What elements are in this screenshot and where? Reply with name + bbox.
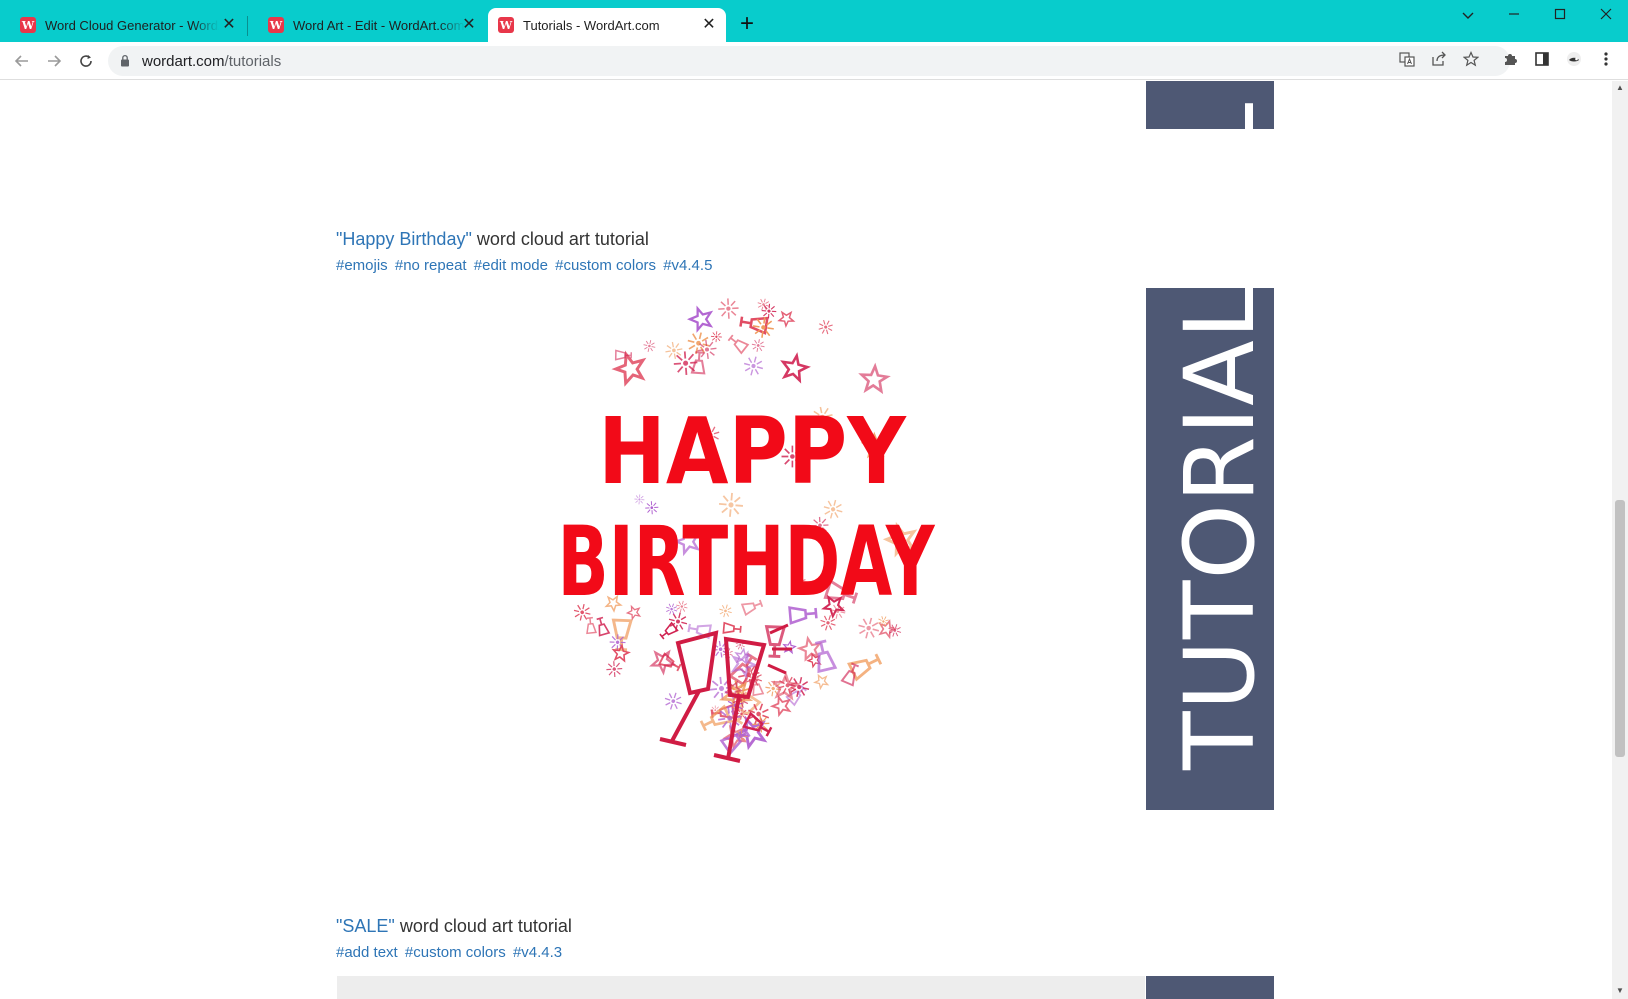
- balloon-decoration-icon: [775, 350, 811, 386]
- scroll-down-arrow-icon[interactable]: ▼: [1615, 986, 1625, 996]
- tag-link[interactable]: #custom colors: [555, 257, 656, 274]
- wordart-favicon-icon: W: [268, 17, 284, 33]
- tag-link[interactable]: #edit mode: [474, 257, 548, 274]
- balloon-decoration-icon: [641, 338, 658, 354]
- tutorial-entry-title: "SALE" word cloud art tutorial: [336, 916, 572, 937]
- reload-icon[interactable]: [74, 49, 98, 73]
- tutorial-banner-text: TUTORIAL: [1164, 288, 1274, 770]
- tab-tutorials[interactable]: W Tutorials - WordArt.com ✕: [488, 8, 726, 42]
- minimize-icon[interactable]: [1497, 4, 1531, 28]
- scroll-up-arrow-icon[interactable]: ▲: [1615, 83, 1625, 93]
- balloon-decoration-icon: [876, 617, 898, 639]
- balloon-decoration-icon: [782, 640, 797, 655]
- profile-avatar-icon[interactable]: [1564, 51, 1584, 71]
- sale-artwork-preview[interactable]: [337, 976, 1145, 999]
- tutorial-tags: #add text #custom colors #v4.4.3: [336, 944, 565, 961]
- balloon-decoration-icon: [740, 353, 767, 379]
- balloon-decoration-icon: [610, 351, 650, 390]
- forward-arrow-icon[interactable]: [42, 49, 66, 73]
- page-scrollbar[interactable]: ▲ ▼: [1612, 81, 1628, 999]
- tutorial-banner-next[interactable]: [1146, 976, 1274, 999]
- url-host: wordart.com: [142, 53, 225, 70]
- url-text[interactable]: wordart.com/tutorials: [142, 53, 281, 70]
- scrollbar-thumb[interactable]: [1615, 500, 1625, 757]
- close-tab-icon[interactable]: ✕: [460, 16, 478, 34]
- tag-link[interactable]: #v4.4.5: [663, 257, 712, 274]
- balloon-decoration-icon: [661, 689, 685, 713]
- tag-link[interactable]: #no repeat: [395, 257, 467, 274]
- artwork-line-happy: HAPPY: [598, 399, 907, 505]
- balloon-decoration-icon: [716, 297, 740, 321]
- balloon-decoration-icon: [816, 317, 836, 337]
- tab-word-art-edit[interactable]: W Word Art - Edit - WordArt.com ✕: [248, 8, 486, 42]
- tag-link[interactable]: #add text: [336, 944, 398, 961]
- tutorial-banner-previous[interactable]: TUTORIAL: [1146, 81, 1274, 129]
- balloon-decoration-icon: [708, 328, 725, 345]
- balloon-decoration-icon: [776, 309, 795, 329]
- wordart-favicon-icon: W: [20, 17, 36, 33]
- maximize-icon[interactable]: [1543, 4, 1577, 28]
- artwork-line-birthday: BIRTHDAY: [557, 506, 935, 618]
- happy-birthday-word-cloud-image[interactable]: HAPPY BIRTHDAY: [540, 293, 960, 793]
- tab-search-chevron-icon[interactable]: [1451, 4, 1485, 28]
- balloon-decoration-icon: [688, 307, 712, 331]
- page-content: TUTORIAL "Happy Birthday" word cloud art…: [0, 81, 1612, 999]
- close-tab-icon[interactable]: ✕: [220, 16, 238, 34]
- balloon-decoration-icon: [748, 336, 768, 355]
- window-close-icon[interactable]: [1589, 4, 1623, 28]
- lock-icon: [121, 54, 129, 67]
- menu-kebab-icon[interactable]: [1596, 51, 1616, 71]
- tag-link[interactable]: #custom colors: [405, 944, 506, 961]
- back-arrow-icon[interactable]: [10, 49, 34, 73]
- extensions-puzzle-icon[interactable]: [1500, 51, 1520, 71]
- balloon-decoration-icon: [602, 657, 627, 681]
- share-icon[interactable]: [1429, 51, 1449, 71]
- close-tab-icon[interactable]: ✕: [700, 16, 718, 34]
- balloon-decoration-icon: [738, 312, 769, 335]
- balloon-decoration-icon: [722, 622, 742, 636]
- balloon-decoration-icon: [663, 339, 685, 361]
- url-path: /tutorials: [224, 53, 282, 70]
- balloon-decoration-icon: [658, 622, 679, 642]
- tab-title: Tutorials - WordArt.com: [523, 17, 660, 33]
- balloon-decoration-icon: [812, 671, 831, 691]
- balloon-decoration-icon: [856, 362, 894, 400]
- tag-link[interactable]: #emojis: [336, 257, 388, 274]
- tutorial-entry-title: "Happy Birthday" word cloud art tutorial: [336, 229, 649, 250]
- tab-word-cloud-generator[interactable]: W Word Cloud Generator - WordArt.com ✕: [0, 8, 246, 42]
- tab-title: Word Art - Edit - WordArt.com: [293, 17, 465, 33]
- tutorial-banner-text: TUTORIAL: [1164, 102, 1274, 129]
- new-tab-button[interactable]: +: [735, 12, 759, 37]
- bookmark-star-icon[interactable]: [1461, 51, 1481, 71]
- browser-toolbar: wordart.com/tutorials: [0, 42, 1628, 80]
- balloon-decoration-icon: [594, 616, 610, 637]
- translate-icon[interactable]: [1397, 51, 1417, 71]
- tag-link[interactable]: #v4.4.3: [513, 944, 562, 961]
- balloon-decoration-icon: [726, 332, 749, 354]
- tab-title: Word Cloud Generator - WordArt.com: [45, 17, 219, 33]
- wordart-favicon-icon: W: [498, 17, 514, 33]
- side-panel-icon[interactable]: [1532, 51, 1552, 71]
- tutorial-tags: #emojis #no repeat #edit mode #custom co…: [336, 257, 715, 274]
- tutorial-title-link[interactable]: "Happy Birthday": [336, 229, 472, 249]
- balloon-decoration-icon: [584, 616, 597, 635]
- address-bar[interactable]: wordart.com/tutorials: [108, 46, 1510, 76]
- tutorial-title-link[interactable]: "SALE": [336, 916, 395, 936]
- tutorial-title-rest: word cloud art tutorial: [471, 229, 649, 249]
- tutorial-banner[interactable]: TUTORIAL: [1146, 288, 1274, 810]
- tutorial-title-rest: word cloud art tutorial: [394, 916, 572, 936]
- tab-strip: W Word Cloud Generator - WordArt.com ✕ W…: [0, 0, 1628, 42]
